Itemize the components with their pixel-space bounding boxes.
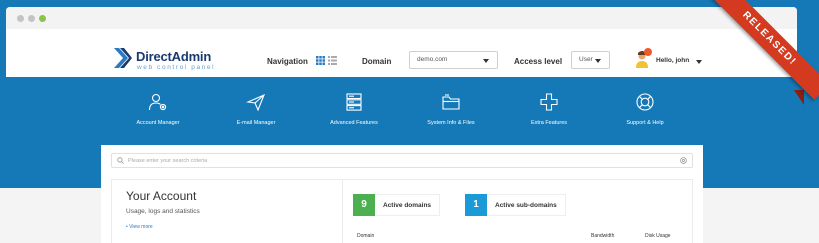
logo-mark-icon xyxy=(114,48,132,68)
domain-select-value: demo.com xyxy=(417,56,448,63)
chevron-down-icon xyxy=(595,59,601,63)
feature-label: Account Manager xyxy=(136,120,180,126)
active-subdomains-label: Active sub-domains xyxy=(487,194,566,216)
server-stack-icon xyxy=(346,93,362,111)
lifebuoy-icon xyxy=(636,93,654,111)
account-card: Your Account Usage, logs and statistics … xyxy=(111,179,343,243)
access-level-select[interactable]: User xyxy=(571,51,610,69)
search-icon xyxy=(117,157,124,164)
account-subtitle: Usage, logs and statistics xyxy=(126,208,200,215)
search-bar xyxy=(111,153,693,168)
list-view-icon[interactable] xyxy=(328,56,337,65)
released-ribbon: RELEASED! xyxy=(680,0,819,112)
navigation-label: Navigation xyxy=(267,57,308,66)
feature-label: Advanced Features xyxy=(330,120,378,126)
active-domains-count: 9 xyxy=(353,194,375,216)
domains-card: 9 Active domains 1 Active sub-domains Do… xyxy=(343,179,693,243)
ribbon-fold xyxy=(794,90,804,105)
feature-support-help[interactable]: Support & Help xyxy=(590,92,700,132)
feature-email-manager[interactable]: E-mail Manager xyxy=(201,92,311,132)
maximize-window-button[interactable] xyxy=(39,15,46,22)
feature-system-info-files[interactable]: System Info & Files xyxy=(396,92,506,132)
chevron-down-icon xyxy=(483,59,489,63)
plus-icon xyxy=(540,93,558,111)
feature-label: System Info & Files xyxy=(427,120,475,126)
top-header: DirectAdmin web control panel Navigation… xyxy=(6,29,797,77)
minimize-window-button[interactable] xyxy=(28,15,35,22)
browser-window: DirectAdmin web control panel Navigation… xyxy=(6,7,797,77)
column-header-disk-usage[interactable]: Disk Usage xyxy=(645,233,671,239)
column-header-bandwidth[interactable]: Bandwidth xyxy=(591,233,614,239)
logo-tagline: web control panel xyxy=(137,64,216,71)
column-header-domain[interactable]: Domain xyxy=(357,233,374,239)
feature-extra-features[interactable]: Extra Features xyxy=(494,92,604,132)
directadmin-logo[interactable]: DirectAdmin web control panel xyxy=(114,48,234,74)
feature-label: E-mail Manager xyxy=(236,120,276,126)
search-input[interactable] xyxy=(128,155,668,166)
access-level-value: User xyxy=(579,56,593,63)
feature-label: Support & Help xyxy=(626,120,664,126)
feature-account-manager[interactable]: Account Manager xyxy=(103,92,213,132)
users-gear-icon xyxy=(148,93,167,111)
logo-name: DirectAdmin xyxy=(136,49,212,64)
feature-advanced-features[interactable]: Advanced Features xyxy=(299,92,409,132)
active-domains-label: Active domains xyxy=(375,194,441,216)
paper-plane-icon xyxy=(246,93,266,112)
feature-label: Extra Features xyxy=(530,120,568,126)
active-subdomains-count: 1 xyxy=(465,194,487,216)
domain-label: Domain xyxy=(362,57,392,66)
ribbon-text: RELEASED! xyxy=(708,0,819,100)
domain-select[interactable]: demo.com xyxy=(409,51,498,69)
settings-icon[interactable] xyxy=(680,157,687,164)
access-level-label: Access level xyxy=(514,57,563,66)
account-title: Your Account xyxy=(126,189,197,203)
grid-view-icon[interactable] xyxy=(316,56,325,65)
notification-badge xyxy=(644,48,652,56)
close-window-button[interactable] xyxy=(17,15,24,22)
window-titlebar xyxy=(6,7,797,29)
main-panel: Your Account Usage, logs and statistics … xyxy=(101,145,703,243)
folder-icon xyxy=(442,94,460,110)
view-more-link[interactable]: • View more xyxy=(126,224,153,230)
